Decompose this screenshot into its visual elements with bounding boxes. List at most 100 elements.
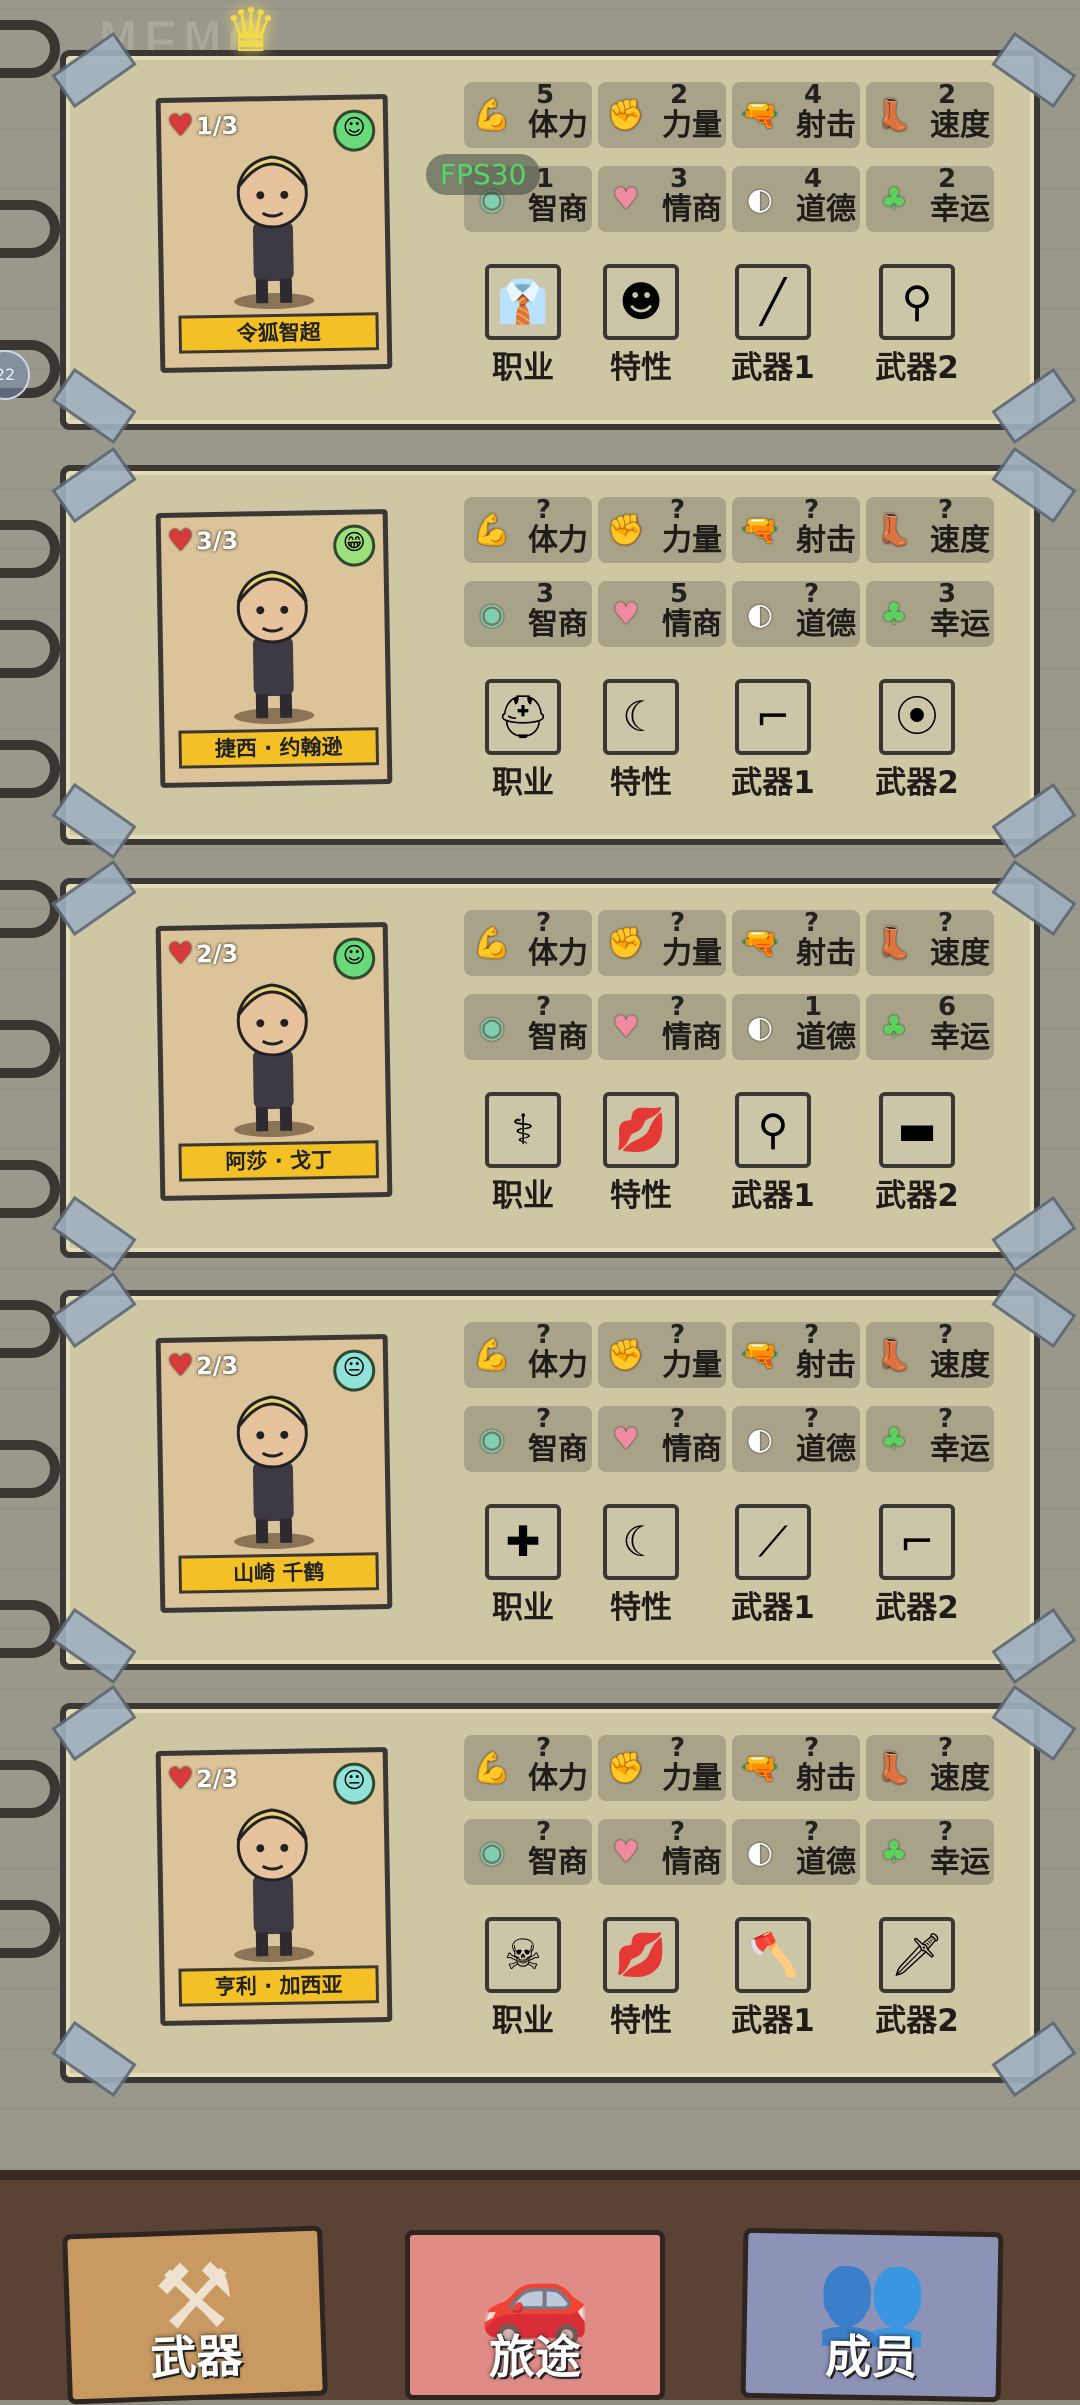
stat-clover[interactable]: ♣? 幸运 xyxy=(866,1817,994,1885)
slot-trait[interactable]: ☻ 特性 xyxy=(586,264,696,387)
heart-face-icon: ♥ xyxy=(612,597,640,632)
stat-label: 智商 xyxy=(528,607,588,642)
brain-icon: ◉ xyxy=(478,597,506,632)
binder-ring xyxy=(0,880,60,938)
stat-fist-arm[interactable]: ✊? 力量 xyxy=(598,1733,726,1801)
slot-weapon2[interactable]: ⦿ 武器2 xyxy=(862,679,972,802)
slot-trait[interactable]: ☾ 特性 xyxy=(586,1504,696,1627)
stat-revolver[interactable]: 🔫? 射击 xyxy=(732,495,860,563)
character-panel[interactable]: ♥ 1/3 ☺ 令狐智超 ♛ 💪 5 体力 ✊ 2 力量 🔫 4 射击 👢 2 速度 ◉ 1 智商 ♥ 3 情商 ◐ 4 道德 ♣ 2… xyxy=(51,0,1077,445)
mask-icon: ◐ xyxy=(746,1422,774,1457)
stat-heart-face[interactable]: ♥? 情商 xyxy=(598,1817,726,1885)
character-card[interactable]: ♥ 2/3 ☺ 阿莎 · 戈丁 xyxy=(155,921,393,1202)
crown-icon: ♛ xyxy=(224,0,278,66)
character-name: 亨利 · 加西亚 xyxy=(178,1965,380,2007)
stat-label: 情商 xyxy=(662,1845,722,1880)
stat-mask[interactable]: ◐? 道德 xyxy=(732,1817,860,1885)
slot-weapon2[interactable]: 🗡 武器2 xyxy=(862,1917,972,2040)
slot-weapon1[interactable]: ⟋ 武器1 xyxy=(718,1504,828,1627)
revolver-icon: 🔫 xyxy=(741,926,779,961)
stat-boot-wing[interactable]: 👢? 速度 xyxy=(866,908,994,976)
character-panel[interactable]: ♥ 2/3 😐 山崎 千鹤 💪? 体力 ✊? 力量 🔫? 射击 👢? 速度 ◉? 智商 ♥? 情商 ◐? 道德 ♣?… xyxy=(51,1271,1077,1685)
stat-clover[interactable]: ♣ 2 幸运 xyxy=(866,164,994,232)
slot-weapon1[interactable]: ⌐ 武器1 xyxy=(718,679,828,802)
character-panel[interactable]: ♥ 2/3 ☺ 阿莎 · 戈丁 💪? 体力 ✊? 力量 🔫? 射击 👢? 速度 ◉? 智商 ♥? 情商 ◐ 1 道德… xyxy=(51,859,1077,1273)
slot-weapon1[interactable]: ╱ 武器1 xyxy=(718,264,828,387)
character-card[interactable]: ♥ 3/3 😁 捷西 · 约翰逊 xyxy=(155,508,393,789)
stat-fist-arm[interactable]: ✊? 力量 xyxy=(598,495,726,563)
boot-wing-icon: 👢 xyxy=(875,98,913,133)
stat-flex[interactable]: 💪? 体力 xyxy=(464,495,592,563)
stat-heart-face[interactable]: ♥? 情商 xyxy=(598,1404,726,1472)
binder-ring xyxy=(0,1160,60,1218)
nav-journey-button[interactable]: 🚗 旅途 xyxy=(405,2230,665,2400)
nav-members-button[interactable]: 👥 成员 xyxy=(740,2227,1004,2403)
character-panel[interactable]: ♥ 3/3 😁 捷西 · 约翰逊 💪? 体力 ✊? 力量 🔫? 射击 👢? 速度 ◉ 3 智商 ♥ 5 情商 ◐? 道… xyxy=(51,446,1077,860)
stat-clover[interactable]: ♣ 3 幸运 xyxy=(866,579,994,647)
character-card[interactable]: ♥ 2/3 😐 亨利 · 加西亚 xyxy=(155,1746,393,2027)
slot-weapon2[interactable]: ⚲ 武器2 xyxy=(862,264,972,387)
stat-label: 智商 xyxy=(528,1020,588,1055)
binder-ring xyxy=(0,1900,60,1958)
character-card[interactable]: ♥ 1/3 ☺ 令狐智超 xyxy=(155,93,393,374)
slot-trait[interactable]: 💋 特性 xyxy=(586,1092,696,1215)
stat-flex[interactable]: 💪 5 体力 xyxy=(464,80,592,148)
slot-label: 武器2 xyxy=(875,765,959,801)
stat-brain[interactable]: ◉? 智商 xyxy=(464,1404,592,1472)
heart-icon: ♥ xyxy=(166,1761,195,1797)
stat-fist-arm[interactable]: ✊? 力量 xyxy=(598,1320,726,1388)
stat-boot-wing[interactable]: 👢? 速度 xyxy=(866,495,994,563)
stat-mask[interactable]: ◐ 4 道德 xyxy=(732,164,860,232)
stat-fist-arm[interactable]: ✊ 2 力量 xyxy=(598,80,726,148)
stat-brain[interactable]: ◉? 智商 xyxy=(464,992,592,1060)
stat-flex[interactable]: 💪? 体力 xyxy=(464,908,592,976)
slot-label: 特性 xyxy=(610,350,672,386)
stat-clover[interactable]: ♣ 6 幸运 xyxy=(866,992,994,1060)
stat-flex[interactable]: 💪? 体力 xyxy=(464,1320,592,1388)
slot-trait[interactable]: ☾ 特性 xyxy=(586,679,696,802)
character-panel[interactable]: ♥ 2/3 😐 亨利 · 加西亚 💪? 体力 ✊? 力量 🔫? 射击 👢? 速度 ◉? 智商 ♥? 情商 ◐? 道… xyxy=(51,1684,1077,2098)
stat-flex[interactable]: 💪? 体力 xyxy=(464,1733,592,1801)
slot-profession[interactable]: ⛑ 职业 xyxy=(468,679,578,802)
slot-weapon2[interactable]: ▬ 武器2 xyxy=(862,1092,972,1215)
stat-fist-arm[interactable]: ✊? 力量 xyxy=(598,908,726,976)
character-card[interactable]: ♥ 2/3 😐 山崎 千鹤 xyxy=(155,1333,393,1614)
slot-profession[interactable]: ⚕ 职业 xyxy=(468,1092,578,1215)
sleeping-trait-icon: ☾ xyxy=(603,1504,679,1580)
stat-heart-face[interactable]: ♥ 3 情商 xyxy=(598,164,726,232)
stat-revolver[interactable]: 🔫 4 射击 xyxy=(732,80,860,148)
stat-brain[interactable]: ◉? 智商 xyxy=(464,1817,592,1885)
binder-ring xyxy=(0,200,60,258)
crowbar-icon: ⌐ xyxy=(879,1504,955,1580)
stat-clover[interactable]: ♣? 幸运 xyxy=(866,1404,994,1472)
slot-weapon1[interactable]: ⚲ 武器1 xyxy=(718,1092,828,1215)
slot-weapon1[interactable]: 🪓 武器1 xyxy=(718,1917,828,2040)
flex-icon: 💪 xyxy=(473,98,511,133)
stat-heart-face[interactable]: ♥ 5 情商 xyxy=(598,579,726,647)
stat-heart-face[interactable]: ♥? 情商 xyxy=(598,992,726,1060)
stat-mask[interactable]: ◐? 道德 xyxy=(732,579,860,647)
bottom-nav-bar: ⚒ 武器 🚗 旅途 👥 成员 xyxy=(0,2170,1080,2405)
mask-icon: ◐ xyxy=(746,597,774,632)
stat-boot-wing[interactable]: 👢 2 速度 xyxy=(866,80,994,148)
stat-boot-wing[interactable]: 👢? 速度 xyxy=(866,1733,994,1801)
stat-mask[interactable]: ◐? 道德 xyxy=(732,1404,860,1472)
crowbar-icon: ⌐ xyxy=(735,679,811,755)
slot-trait[interactable]: 💋 特性 xyxy=(586,1917,696,2040)
slot-profession[interactable]: 👔 职业 xyxy=(468,264,578,387)
slot-profession[interactable]: ☠ 职业 xyxy=(468,1917,578,2040)
slot-profession[interactable]: ✚ 职业 xyxy=(468,1504,578,1627)
stat-boot-wing[interactable]: 👢? 速度 xyxy=(866,1320,994,1388)
stat-revolver[interactable]: 🔫? 射击 xyxy=(732,908,860,976)
slot-weapon2[interactable]: ⌐ 武器2 xyxy=(862,1504,972,1627)
stat-revolver[interactable]: 🔫? 射击 xyxy=(732,1733,860,1801)
stat-label: 幸运 xyxy=(930,607,990,642)
stat-label: 力量 xyxy=(662,108,722,143)
character-name: 阿莎 · 戈丁 xyxy=(178,1140,380,1182)
stat-brain[interactable]: ◉ 3 智商 xyxy=(464,579,592,647)
nav-weapons-button[interactable]: ⚒ 武器 xyxy=(62,2225,328,2405)
stat-label: 体力 xyxy=(528,1348,588,1383)
heart-icon: ♥ xyxy=(166,108,195,144)
stat-mask[interactable]: ◐ 1 道德 xyxy=(732,992,860,1060)
stat-revolver[interactable]: 🔫? 射击 xyxy=(732,1320,860,1388)
